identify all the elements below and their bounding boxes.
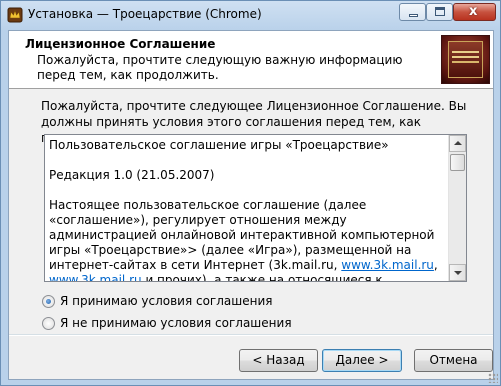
back-button[interactable]: < Назад: [239, 349, 318, 372]
accept-radio[interactable]: [42, 295, 55, 308]
maximize-icon: [435, 7, 445, 16]
license-edition: Редакция 1.0 (21.05.2007): [49, 168, 215, 182]
next-button[interactable]: Далее >: [322, 349, 402, 372]
minimize-icon: [409, 14, 418, 17]
title-bar[interactable]: Установка — Троецарствие (Chrome) x: [1, 1, 500, 30]
scroll-up-button[interactable]: [449, 135, 466, 152]
book-cover-icon: [448, 41, 483, 78]
page-title: Лицензионное Соглашение: [25, 37, 216, 51]
scroll-thumb[interactable]: [450, 154, 465, 171]
license-title: Пользовательское соглашение игры «Троеца…: [49, 138, 389, 152]
scroll-down-button[interactable]: [449, 264, 466, 281]
accept-label[interactable]: Я принимаю условия соглашения: [60, 294, 273, 308]
license-textbox[interactable]: Пользовательское соглашение игры «Троеца…: [44, 134, 467, 282]
installer-window: Установка — Троецарствие (Chrome) x Лице…: [0, 0, 501, 386]
wizard-body: Лицензионное Соглашение Пожалуйста, проч…: [8, 30, 494, 380]
page-subtitle: Пожалуйста, прочтите следующую важную ин…: [37, 53, 403, 82]
license-link-2[interactable]: www.3k.mail.ru: [49, 273, 142, 281]
crown-app-icon: [7, 7, 23, 23]
vertical-scrollbar[interactable]: [448, 135, 466, 281]
close-icon: x: [469, 4, 478, 19]
wizard-header: Лицензионное Соглашение Пожалуйста, проч…: [9, 31, 493, 89]
license-link-1[interactable]: www.3k.mail.ru: [341, 258, 434, 272]
minimize-button[interactable]: [399, 3, 426, 21]
cancel-button[interactable]: Отмена: [414, 349, 493, 372]
license-content: Пользовательское соглашение игры «Троеца…: [49, 138, 449, 281]
game-logo-image: [441, 35, 490, 84]
footer-divider: [9, 334, 493, 336]
license-paragraph: Настоящее пользовательское соглашение (д…: [49, 198, 449, 281]
maximize-button[interactable]: [426, 3, 453, 21]
window-title: Установка — Троецарствие (Chrome): [28, 7, 262, 21]
decline-radio[interactable]: [42, 317, 55, 330]
license-text-separator: ,: [433, 258, 438, 272]
close-button[interactable]: x: [453, 3, 496, 21]
resize-grip[interactable]: [488, 373, 498, 383]
decline-label[interactable]: Я не принимаю условия соглашения: [60, 316, 292, 330]
